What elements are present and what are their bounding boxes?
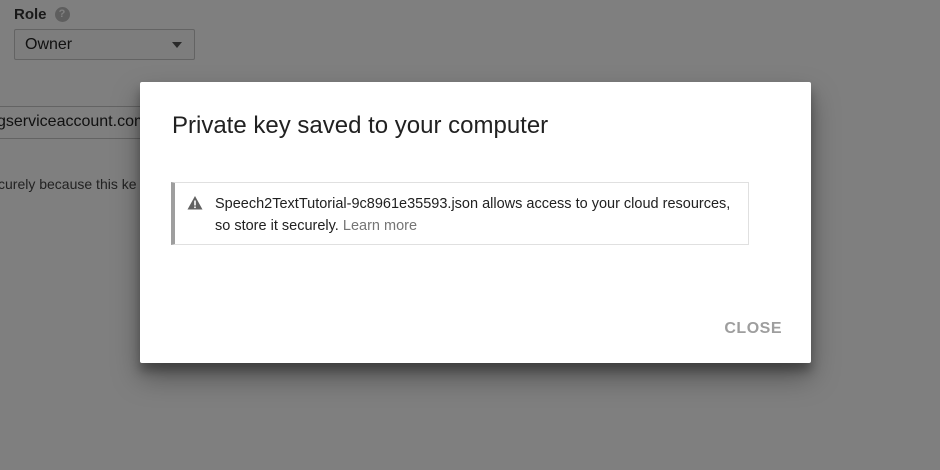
warning-triangle-icon [187,196,203,210]
warning-message-text: Speech2TextTutorial-9c8961e35593.json al… [215,196,731,234]
dialog-title: Private key saved to your computer [172,112,549,139]
warning-callout: Speech2TextTutorial-9c8961e35593.json al… [171,182,749,245]
learn-more-link[interactable]: Learn more [343,218,417,234]
private-key-dialog: Private key saved to your computer Speec… [140,82,811,363]
close-button[interactable]: CLOSE [722,318,784,340]
warning-message: Speech2TextTutorial-9c8961e35593.json al… [215,193,738,237]
